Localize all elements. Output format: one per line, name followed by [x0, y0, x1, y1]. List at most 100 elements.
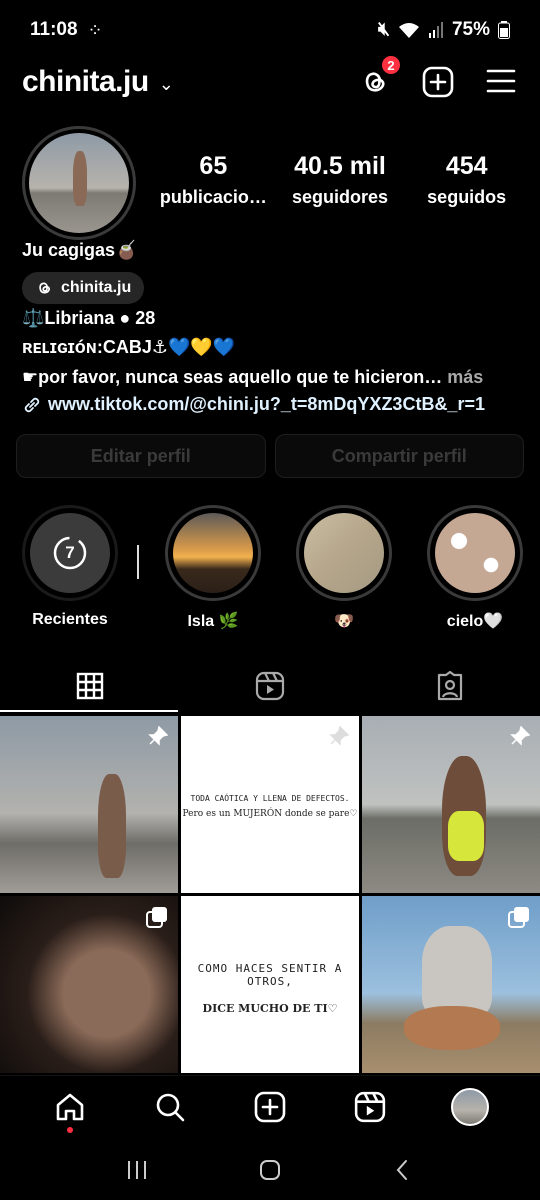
post-thumbnail[interactable] — [0, 896, 178, 1073]
highlight-label: Recientes — [32, 611, 108, 628]
nav-home[interactable] — [50, 1087, 90, 1133]
threads-button[interactable]: 2 — [358, 54, 402, 98]
posts-grid: TODA CAÓTICA Y LLENA DE DEFECTOS. Pero e… — [0, 716, 540, 1073]
highlight-puppy[interactable]: 🐶 — [294, 505, 394, 631]
quote-line: DICE MUCHO DE TI♡ — [202, 1002, 338, 1015]
hamburger-menu-icon — [486, 69, 516, 93]
menu-button[interactable] — [486, 66, 518, 98]
highlight-cielo[interactable]: cielo🤍 — [425, 505, 525, 631]
stat-label: publicacio… — [159, 187, 267, 207]
stat-following[interactable]: 454 seguidos — [403, 152, 530, 208]
chevron-down-icon[interactable]: ⌄ — [159, 74, 174, 95]
plus-square-icon — [422, 66, 454, 98]
notification-icons: ⁘ — [87, 19, 103, 40]
highlight-label: cielo🤍 — [446, 613, 504, 630]
highlight-label: 🐶 — [334, 613, 354, 630]
post-thumbnail[interactable]: COMO HACES SENTIR A OTROS, DICE MUCHO DE… — [181, 896, 359, 1073]
mute-icon: 🔇︎ — [377, 19, 390, 40]
recent-stories-count: 7 — [65, 543, 75, 562]
story-highlights: 7 Recientes Isla 🌿 🐶 cielo🤍 — [0, 505, 540, 635]
quote-line: TODA CAÓTICA Y LLENA DE DEFECTOS. — [190, 794, 350, 803]
threads-profile-chip[interactable]: chinita.ju — [22, 272, 145, 304]
highlight-isla[interactable]: Isla 🌿 — [163, 505, 263, 631]
status-time: 11:08 — [30, 19, 78, 40]
profile-avatar[interactable] — [22, 126, 136, 240]
pin-icon — [327, 725, 350, 753]
quote-post: COMO HACES SENTIR A OTROS, DICE MUCHO DE… — [181, 896, 359, 1073]
quote-line: Pero es un MUJERÓN donde se pare♡ — [182, 809, 358, 819]
tab-reels[interactable] — [180, 658, 360, 714]
carousel-icon — [508, 906, 530, 933]
stat-value: 454 — [445, 152, 488, 180]
home-button-icon[interactable] — [258, 1158, 282, 1182]
wifi-icon — [398, 23, 419, 38]
bio-link-text: www.tiktok.com/@chini.ju?_t=8mDqYXZ3CtB&… — [48, 394, 485, 414]
highlight-recientes[interactable]: 7 Recientes — [20, 505, 120, 629]
system-navigation — [0, 1140, 540, 1200]
create-button[interactable] — [422, 66, 454, 98]
nav-search[interactable] — [150, 1087, 190, 1127]
plus-square-icon — [254, 1091, 286, 1122]
avatar-image — [29, 133, 129, 233]
share-profile-button[interactable]: Compartir perfil — [274, 434, 524, 478]
post-thumbnail[interactable] — [362, 716, 540, 893]
tagged-person-icon — [437, 671, 463, 701]
highlight-label: Isla 🌿 — [187, 613, 239, 630]
tab-posts-grid[interactable] — [0, 658, 180, 714]
status-bar: 11:08 ⁘ 🔇︎ 75% — [0, 0, 540, 60]
avatar — [451, 1087, 489, 1126]
post-figure — [98, 774, 126, 878]
battery-percent: 75% — [451, 19, 490, 40]
notification-badge: 2 — [380, 54, 402, 76]
profile-stats: 65 publicacio… 40.5 mil seguidores 454 s… — [150, 152, 530, 208]
post-figure-lower — [404, 1006, 500, 1050]
profile-tabs — [0, 658, 540, 714]
stat-value: 40.5 mil — [294, 152, 386, 180]
bio-line-1: ⚖️Libriana ● 28 — [22, 308, 156, 328]
home-icon — [56, 1093, 84, 1120]
stat-value: 65 — [199, 152, 228, 180]
profile-actions: Editar perfil Compartir perfil — [16, 434, 524, 478]
post-swimsuit — [448, 811, 484, 861]
highlight-image — [173, 513, 253, 593]
stat-label: seguidos — [427, 187, 507, 207]
highlight-image — [304, 513, 384, 593]
threads-handle: chinita.ju — [61, 279, 132, 296]
stat-followers[interactable]: 40.5 mil seguidores — [277, 152, 404, 208]
pin-icon — [508, 725, 531, 753]
link-icon — [24, 397, 40, 412]
reels-icon — [354, 1091, 386, 1122]
nav-reels[interactable] — [350, 1087, 390, 1127]
search-icon — [156, 1093, 185, 1121]
threads-icon — [39, 282, 51, 294]
post-figure — [422, 926, 492, 1016]
back-icon[interactable] — [391, 1158, 415, 1182]
edit-profile-button[interactable]: Editar perfil — [16, 434, 266, 478]
highlight-image — [435, 513, 515, 593]
highlight-divider — [137, 545, 139, 579]
bio-link[interactable]: www.tiktok.com/@chini.ju?_t=8mDqYXZ3CtB&… — [22, 394, 485, 415]
post-thumbnail[interactable] — [362, 896, 540, 1073]
bottom-navigation — [0, 1075, 540, 1137]
carousel-icon — [146, 906, 168, 933]
home-notification-dot — [67, 1126, 73, 1133]
post-thumbnail[interactable]: TODA CAÓTICA Y LLENA DE DEFECTOS. Pero e… — [181, 716, 359, 893]
reels-icon — [255, 671, 285, 701]
display-name: Ju cagigas🧉 — [22, 240, 138, 260]
nav-profile[interactable] — [450, 1087, 490, 1127]
bio-line-2: ʀᴇʟɪɢɪóɴ:CABJ⚓💙💛💙 — [22, 337, 236, 357]
signal-icon — [428, 22, 443, 38]
stat-posts[interactable]: 65 publicacio… — [150, 152, 277, 208]
post-thumbnail[interactable] — [0, 716, 178, 893]
tab-tagged[interactable] — [360, 658, 540, 714]
stat-label: seguidores — [291, 187, 389, 207]
recent-apps-icon[interactable] — [125, 1158, 149, 1182]
quote-line: COMO HACES SENTIR A OTROS, — [197, 962, 343, 988]
grid-icon — [76, 672, 104, 700]
username[interactable]: chinita.ju — [22, 65, 149, 99]
status-right: 🔇︎ 75% — [378, 19, 510, 41]
bio-line-3: ☛por favor, nunca seas aquello que te hi… — [22, 367, 483, 388]
bio-more-link[interactable]: más — [442, 367, 483, 387]
nav-create[interactable] — [250, 1087, 290, 1127]
battery-icon — [498, 21, 510, 39]
